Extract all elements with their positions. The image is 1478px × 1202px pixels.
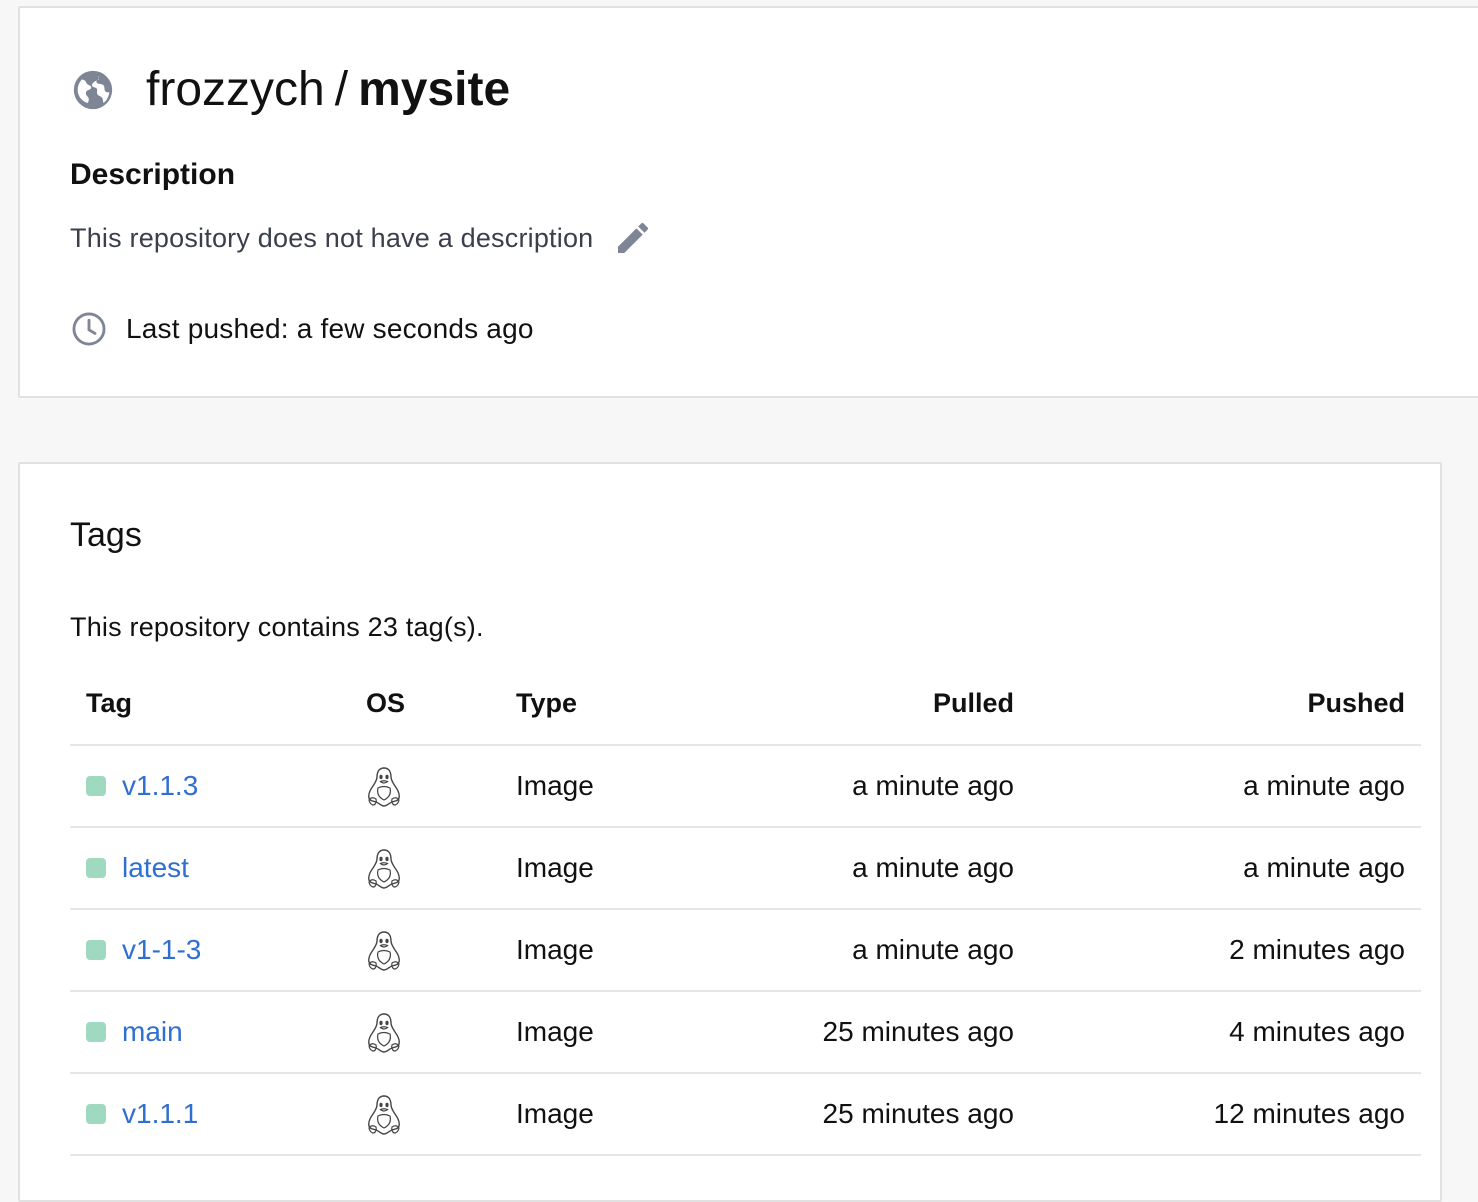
- column-header-pulled[interactable]: Pulled: [933, 688, 1014, 719]
- linux-icon: [366, 1012, 402, 1054]
- pushed-cell: 2 minutes ago: [1229, 934, 1405, 965]
- table-row-main: main Image 25 minutes ago 4 minutes ago: [70, 992, 1421, 1074]
- linux-icon: [366, 848, 402, 890]
- table-row-latest: latest Image a minute ago a minute ago: [70, 828, 1421, 910]
- tag-status-dot: [86, 858, 106, 878]
- column-header-type: Type: [516, 688, 578, 718]
- table-row-v1-1-3: v1-1-3 Image a minute ago 2 minutes ago: [70, 910, 1421, 992]
- repository-owner[interactable]: frozzych: [146, 63, 325, 116]
- table-header: Tag OS Type Pulled Pushed: [70, 670, 1421, 746]
- tag-link[interactable]: v1-1-3: [122, 934, 201, 966]
- table-row-v1.1.1: v1.1.1 Image 25 minutes ago 12 minutes a…: [70, 1074, 1421, 1156]
- last-pushed-row: Last pushed: a few seconds ago: [70, 310, 534, 348]
- type-cell: Image: [516, 770, 594, 801]
- pushed-cell: a minute ago: [1243, 852, 1405, 883]
- tag-status-dot: [86, 776, 106, 796]
- column-header-tag[interactable]: Tag: [86, 688, 132, 719]
- type-cell: Image: [516, 1016, 594, 1047]
- pushed-cell: 4 minutes ago: [1229, 1016, 1405, 1047]
- last-pushed-text: Last pushed: a few seconds ago: [126, 313, 534, 344]
- tag-link[interactable]: main: [122, 1016, 183, 1048]
- description-heading: Description: [70, 158, 236, 191]
- pushed-cell: 12 minutes ago: [1213, 1098, 1405, 1129]
- linux-icon: [366, 930, 402, 972]
- tag-cell: v1-1-3: [86, 934, 201, 966]
- table-row-v1.1.3: v1.1.3 Image a minute ago a minute ago: [70, 746, 1421, 828]
- table-body: v1.1.3 Image a minute ago a minute ago l…: [70, 746, 1421, 1156]
- linux-icon: [366, 766, 402, 808]
- tag-cell: latest: [86, 852, 189, 884]
- tag-cell: main: [86, 1016, 183, 1048]
- pulled-cell: a minute ago: [852, 770, 1014, 801]
- repository-summary-card: frozzych / mysite Description This reposit…: [18, 6, 1478, 398]
- tag-link[interactable]: latest: [122, 852, 189, 884]
- pulled-cell: a minute ago: [852, 852, 1014, 883]
- globe-icon: [70, 67, 116, 113]
- type-cell: Image: [516, 852, 594, 883]
- repository-name: mysite: [358, 63, 511, 116]
- tags-table: Tag OS Type Pulled Pushed v1.1.3 Image a…: [70, 670, 1421, 1156]
- column-header-pushed[interactable]: Pushed: [1307, 688, 1405, 719]
- pushed-cell: a minute ago: [1243, 770, 1405, 801]
- description-text: This repository does not have a descript…: [70, 222, 594, 253]
- description-row: This repository does not have a descript…: [70, 218, 653, 258]
- tags-card: Tags This repository contains 23 tag(s).…: [18, 462, 1442, 1202]
- type-cell: Image: [516, 1098, 594, 1129]
- type-cell: Image: [516, 934, 594, 965]
- title-separator: /: [334, 63, 349, 116]
- tag-link[interactable]: v1.1.1: [122, 1098, 198, 1130]
- clock-icon: [70, 310, 108, 348]
- tags-heading: Tags: [70, 516, 142, 554]
- pulled-cell: 25 minutes ago: [822, 1098, 1014, 1129]
- repository-title: frozzych / mysite: [70, 60, 510, 120]
- tags-count-text: This repository contains 23 tag(s).: [70, 612, 484, 642]
- linux-icon: [366, 1094, 402, 1136]
- column-header-os: OS: [366, 688, 406, 718]
- pulled-cell: 25 minutes ago: [822, 1016, 1014, 1047]
- tag-cell: v1.1.3: [86, 770, 198, 802]
- tag-status-dot: [86, 1104, 106, 1124]
- tag-status-dot: [86, 1022, 106, 1042]
- tag-status-dot: [86, 940, 106, 960]
- tag-link[interactable]: v1.1.3: [122, 770, 198, 802]
- tag-cell: v1.1.1: [86, 1098, 198, 1130]
- pulled-cell: a minute ago: [852, 934, 1014, 965]
- pencil-icon[interactable]: [613, 218, 653, 258]
